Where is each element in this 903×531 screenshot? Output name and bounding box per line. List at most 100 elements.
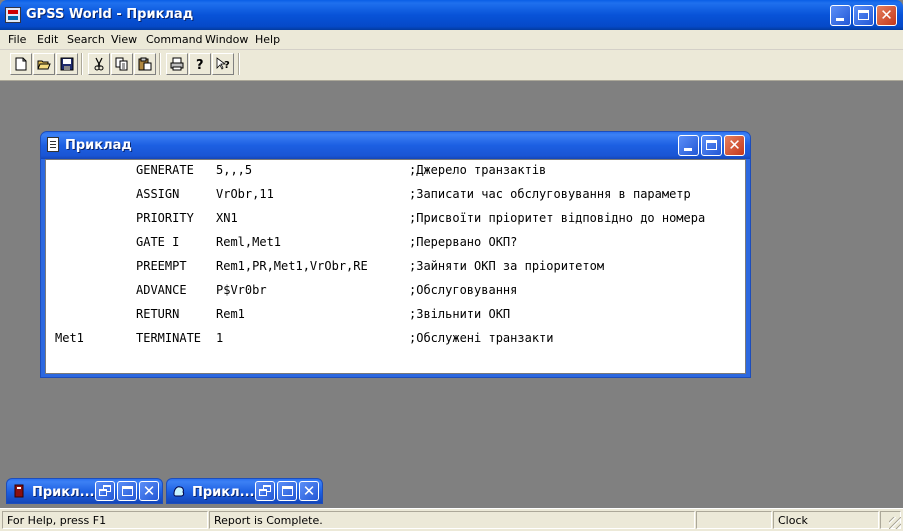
code-operation: PREEMPT [136, 259, 187, 273]
cut-button[interactable] [88, 53, 110, 75]
code-operation: GENERATE [136, 163, 194, 177]
code-line: PREEMPT Rem1,PR,Met1,VrObr,RE ;Зайняти О… [46, 259, 745, 279]
toolbar: ? ? [0, 50, 903, 81]
cut-scissors-icon [94, 57, 104, 71]
close-button[interactable]: ✕ [139, 481, 159, 501]
code-line: GENERATE 5,,,5 ;Джерело транзактів [46, 163, 745, 183]
copy-icon [115, 57, 128, 71]
code-operation: TERMINATE [136, 331, 202, 345]
code-operation: ADVANCE [136, 283, 187, 297]
minimize-button[interactable] [830, 5, 851, 26]
print-icon [170, 57, 184, 71]
save-disk-icon [60, 57, 74, 71]
code-line: GATE I Reml,Met1 ;Перервано ОКП? [46, 235, 745, 255]
restore-button[interactable] [255, 481, 275, 501]
context-help-button[interactable]: ? [212, 53, 234, 75]
menu-bar: File Edit Search View Command Window Hel… [0, 30, 903, 50]
menu-file[interactable]: File [8, 33, 26, 46]
model-window-title-bar[interactable]: Приклад ✕ [41, 132, 750, 159]
code-operation: ASSIGN [136, 187, 180, 201]
new-file-icon [15, 57, 27, 71]
maximize-icon [858, 10, 869, 20]
close-icon: ✕ [728, 136, 741, 154]
help-button[interactable]: ? [189, 53, 211, 75]
model-minimize-button[interactable] [678, 135, 699, 156]
minimized-window-title: Прикл... [192, 485, 255, 500]
minimized-window-title: Прикл... [32, 485, 95, 500]
code-label: Met1 [55, 331, 84, 345]
svg-text:?: ? [224, 60, 230, 71]
code-line: PRIORITY XN1 ;Присвоїти пріоритет відпов… [46, 211, 745, 231]
code-comment: ;Обслужені транзакти [409, 331, 554, 345]
toolbar-separator [159, 53, 161, 75]
report-icon[interactable] [172, 484, 186, 498]
code-operation: RETURN [136, 307, 180, 321]
open-folder-icon [37, 60, 51, 70]
toolbar-separator [81, 53, 83, 75]
code-operands: VrObr,11 [216, 187, 274, 201]
copy-button[interactable] [111, 53, 133, 75]
minimize-icon [836, 18, 844, 21]
code-line: RETURN Rem1 ;Звільнити ОКП [46, 307, 745, 327]
menu-search[interactable]: Search [67, 33, 105, 46]
minimized-window-report[interactable]: Прикл... ✕ [166, 478, 323, 504]
menu-view[interactable]: View [111, 33, 137, 46]
minimize-icon [684, 148, 692, 151]
close-icon: ✕ [302, 482, 316, 500]
maximize-icon [122, 486, 133, 496]
code-comment: ;Записати час обслуговування в параметр [409, 187, 691, 201]
code-line: Met1 TERMINATE 1 ;Обслужені транзакти [46, 331, 745, 351]
print-button[interactable] [166, 53, 188, 75]
close-icon: ✕ [142, 482, 156, 500]
close-button[interactable]: ✕ [876, 5, 897, 26]
menu-help[interactable]: Help [255, 33, 280, 46]
status-clock: Clock [773, 511, 879, 529]
close-button[interactable]: ✕ [299, 481, 319, 501]
code-operands: 5,,,5 [216, 163, 253, 177]
document-icon[interactable] [47, 137, 59, 152]
maximize-icon [282, 486, 293, 496]
model-close-button[interactable]: ✕ [724, 135, 745, 156]
code-operands: Reml,Met1 [216, 235, 282, 249]
help-icon: ? [196, 58, 204, 71]
code-comment: ;Присвоїти пріоритет відповідно до номер… [409, 211, 706, 225]
restore-button[interactable] [95, 481, 115, 501]
open-button[interactable] [33, 53, 55, 75]
code-comment: ;Перервано ОКП? [409, 235, 518, 249]
model-maximize-button[interactable] [701, 135, 722, 156]
new-file-button[interactable] [10, 53, 32, 75]
toolbar-separator [238, 53, 240, 75]
status-bar: For Help, press F1 Report is Complete. C… [0, 508, 903, 531]
code-operation: GATE I [136, 235, 180, 249]
code-operands: 1 [216, 331, 224, 345]
maximize-button[interactable] [853, 5, 874, 26]
paste-button[interactable] [134, 53, 156, 75]
code-operands: Rem1 [216, 307, 245, 321]
menu-command[interactable]: Command [146, 33, 203, 46]
save-button[interactable] [56, 53, 78, 75]
status-pane [696, 511, 772, 529]
menu-edit[interactable]: Edit [37, 33, 58, 46]
code-line: ASSIGN VrObr,11 ;Записати час обслуговув… [46, 187, 745, 207]
code-comment: ;Обслуговування [409, 283, 518, 297]
code-comment: ;Зайняти ОКП за пріоритетом [409, 259, 605, 273]
code-operands: P$Vr0br [216, 283, 267, 297]
maximize-button[interactable] [117, 481, 137, 501]
app-title-bar[interactable]: GPSS World - Приклад ✕ [0, 0, 903, 30]
maximize-button[interactable] [277, 481, 297, 501]
resize-grip[interactable] [889, 517, 901, 529]
minimized-window-simulation[interactable]: Прикл... ✕ [6, 478, 163, 504]
maximize-icon [706, 140, 717, 150]
code-comment: ;Джерело транзактів [409, 163, 547, 177]
close-icon: ✕ [880, 6, 893, 24]
paste-icon [138, 57, 152, 71]
app-title: GPSS World - Приклад [26, 7, 194, 22]
model-code-editor[interactable]: GENERATE 5,,,5 ;Джерело транзактів ASSIG… [45, 159, 746, 374]
context-help-icon: ? [216, 57, 230, 71]
status-help-text: For Help, press F1 [2, 511, 208, 529]
simulation-icon[interactable] [12, 484, 26, 498]
gpss-app-icon[interactable] [5, 7, 21, 23]
status-message: Report is Complete. [209, 511, 695, 529]
code-operands: Rem1,PR,Met1,VrObr,RE [216, 259, 368, 273]
menu-window[interactable]: Window [205, 33, 248, 46]
